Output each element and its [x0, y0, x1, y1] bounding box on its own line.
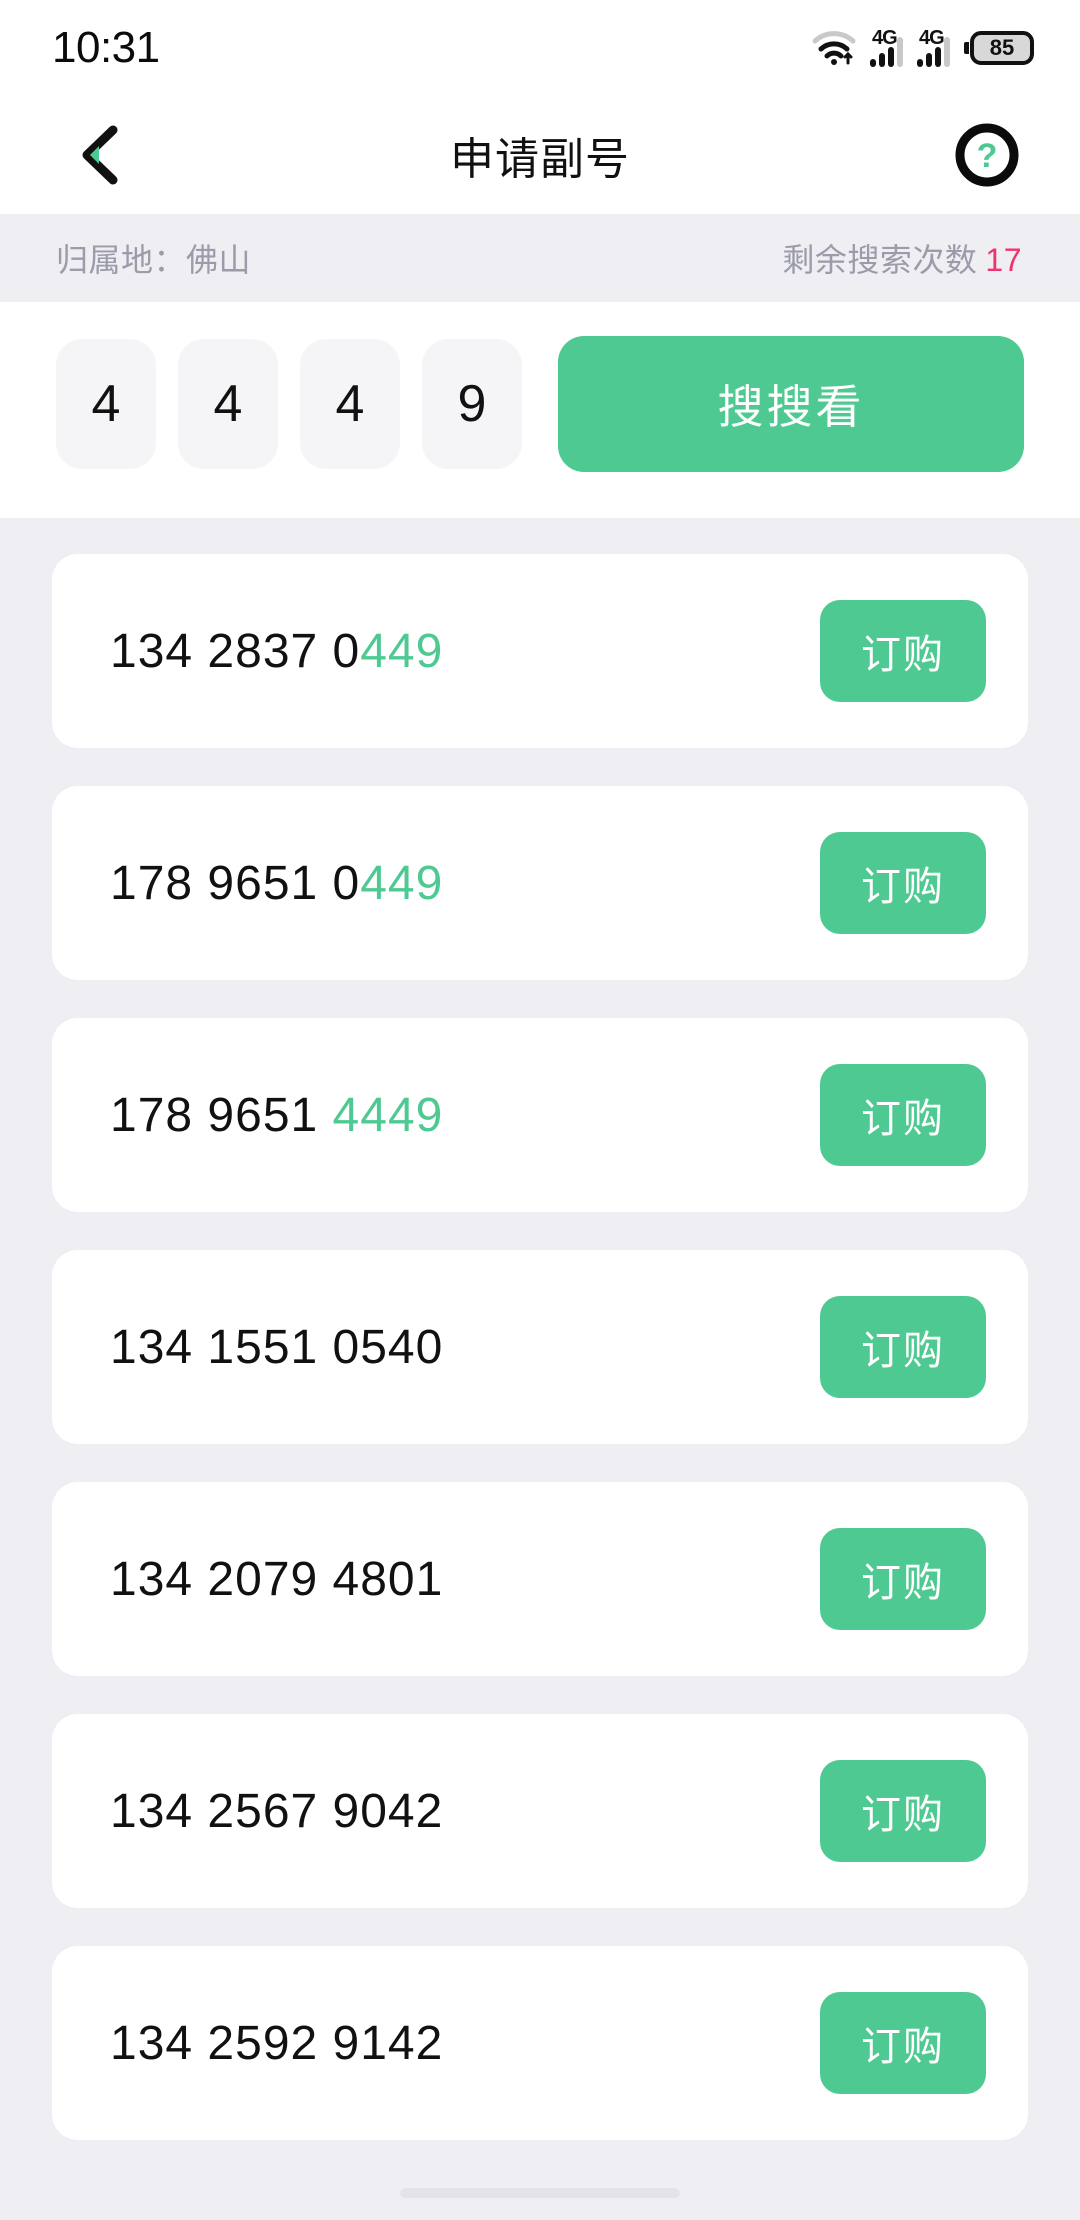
signal-sim1-label: 4G [872, 27, 898, 49]
help-button[interactable]: ? [952, 120, 1022, 190]
page-title: 申请副号 [450, 135, 630, 184]
phone-number: 178 9651 0449 [110, 856, 443, 911]
search-button[interactable]: 搜搜看 [558, 336, 1024, 472]
phone-number-prefix: 134 2567 9042 [110, 1784, 444, 1838]
phone-number-match: 4449 [332, 1088, 444, 1142]
phone-number: 178 9651 4449 [110, 1088, 443, 1143]
result-card[interactable]: 134 1551 0540 订购 [52, 1250, 1028, 1444]
signal-sim2-label: 4G [919, 27, 945, 49]
location-label: 归属地：佛山 [56, 242, 252, 278]
result-card[interactable]: 134 2837 0449 订购 [52, 554, 1028, 748]
result-card[interactable]: 134 2592 9142 订购 [52, 1946, 1028, 2140]
svg-text:?: ? [977, 137, 998, 175]
signal-icon-sim2: 4G [917, 27, 950, 67]
info-strip: 归属地：佛山 剩余搜索次数 17 [0, 214, 1080, 302]
digit-input-4[interactable]: 9 [422, 339, 522, 469]
home-indicator [400, 2188, 680, 2198]
digit-input-1[interactable]: 4 [56, 339, 156, 469]
order-button[interactable]: 订购 [820, 1296, 986, 1398]
status-bar: 10:31 4G 4G 85 [0, 0, 1080, 96]
order-button[interactable]: 订购 [820, 1992, 986, 2094]
order-button[interactable]: 订购 [820, 1760, 986, 1862]
digit-input-3[interactable]: 4 [300, 339, 400, 469]
order-button[interactable]: 订购 [820, 1064, 986, 1166]
order-button[interactable]: 订购 [820, 1528, 986, 1630]
status-indicators: 4G 4G 85 [812, 27, 1034, 67]
phone-number-prefix: 134 2079 4801 [110, 1552, 444, 1606]
results-list: 134 2837 0449 订购 178 9651 0449 订购 178 9651 4… [0, 518, 1080, 2140]
wifi-icon [812, 30, 856, 66]
battery-icon: 85 [964, 31, 1034, 65]
phone-number: 134 2567 9042 [110, 1784, 443, 1839]
phone-number-prefix: 134 1551 0540 [110, 1320, 444, 1374]
battery-body: 85 [970, 31, 1034, 65]
signal-icon-sim1: 4G [870, 27, 903, 67]
phone-number-match: 449 [360, 856, 444, 910]
phone-number-prefix: 178 9651 0 [110, 856, 361, 910]
digit-input-2[interactable]: 4 [178, 339, 278, 469]
phone-number-prefix: 134 2592 9142 [110, 2016, 444, 2070]
phone-number: 134 2592 9142 [110, 2016, 443, 2071]
search-panel: 4 4 4 9 搜搜看 [0, 302, 1080, 518]
battery-terminal [964, 42, 969, 54]
help-question-icon: ? [955, 123, 1019, 187]
phone-number: 134 2079 4801 [110, 1552, 443, 1607]
back-button[interactable] [66, 120, 136, 190]
phone-number: 134 1551 0540 [110, 1320, 443, 1375]
phone-screen: 10:31 4G 4G 85 申请副号 ? 归属地：佛山 剩余搜索次数 17 4… [0, 0, 1080, 2220]
result-card[interactable]: 134 2567 9042 订购 [52, 1714, 1028, 1908]
order-button[interactable]: 订购 [820, 832, 986, 934]
battery-percent-label: 85 [989, 35, 1015, 60]
phone-number-match: 449 [360, 624, 444, 678]
phone-number: 134 2837 0449 [110, 624, 443, 679]
remaining-searches: 剩余搜索次数 17 [782, 235, 1022, 281]
order-button[interactable]: 订购 [820, 600, 986, 702]
result-card[interactable]: 134 2079 4801 订购 [52, 1482, 1028, 1676]
status-clock: 10:31 [52, 23, 160, 72]
nav-bar: 申请副号 ? [0, 96, 1080, 214]
result-card[interactable]: 178 9651 4449 订购 [52, 1018, 1028, 1212]
phone-number-prefix: 134 2837 0 [110, 624, 361, 678]
remaining-searches-label: 剩余搜索次数 [782, 242, 978, 278]
result-card[interactable]: 178 9651 0449 订购 [52, 786, 1028, 980]
back-chevron-icon [82, 125, 118, 185]
remaining-searches-count: 17 [985, 242, 1022, 278]
phone-number-prefix: 178 9651 [110, 1088, 333, 1142]
